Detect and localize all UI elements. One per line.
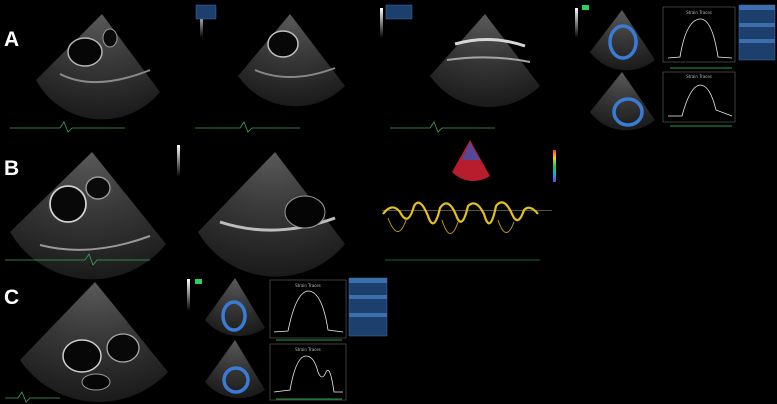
strain-title-c-top: Strain Traces (295, 283, 321, 288)
ecg-trace-a2 (195, 121, 300, 133)
figure-canvas: Strain Traces Strain Traces Strain Trace… (5, 4, 776, 403)
strain-chart-a-top: Strain Traces (662, 6, 736, 69)
measurement-box-a1 (195, 4, 217, 20)
strain-sector-c-top (205, 278, 265, 336)
grayscale-bar-a2 (380, 8, 383, 38)
green-marker-c (195, 279, 202, 284)
echo-sector-a3 (430, 14, 540, 107)
grayscale-bar-a4 (575, 8, 578, 38)
ecg-trace-c1 (5, 391, 60, 403)
echo-sector-c1 (20, 282, 168, 402)
ecg-trace-a3 (390, 121, 495, 133)
measurement-box-a2 (385, 4, 413, 20)
echo-sector-b2 (198, 152, 345, 277)
doppler-trace-b3 (382, 140, 556, 261)
strain-table-a (738, 4, 776, 61)
strain-sector-a4-bottom (590, 72, 655, 131)
color-doppler-bar (553, 150, 556, 182)
strain-title-a-top: Strain Traces (686, 10, 712, 15)
strain-table-c (348, 277, 388, 337)
strain-chart-c-bottom: Strain Traces (269, 343, 347, 401)
strain-chart-a-bottom: Strain Traces (662, 71, 736, 127)
strain-title-c-bottom: Strain Traces (295, 347, 321, 352)
strain-title-a-bottom: Strain Traces (686, 74, 712, 79)
grayscale-bar-b (177, 145, 180, 177)
strain-chart-c-top: Strain Traces (269, 279, 347, 341)
green-marker-a4 (582, 5, 589, 10)
echo-sector-a2 (238, 14, 345, 107)
ecg-trace-a1 (10, 121, 125, 133)
strain-sector-c-bottom (205, 340, 265, 398)
echo-sector-a1 (36, 14, 160, 120)
strain-sector-a4-top (590, 10, 655, 71)
grayscale-bar-c (187, 279, 190, 311)
